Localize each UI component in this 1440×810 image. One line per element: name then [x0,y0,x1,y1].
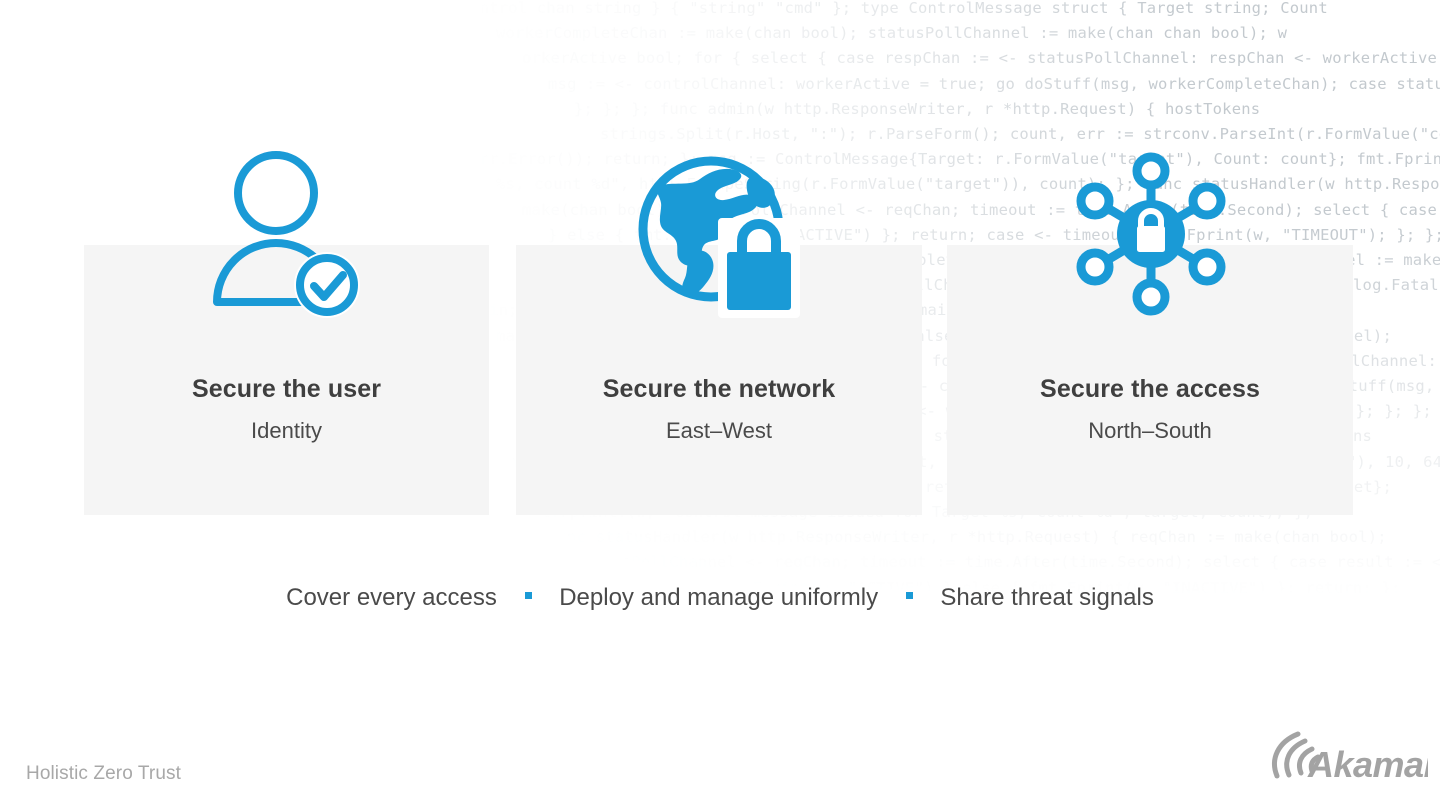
bullet-item-1: Cover every access [286,583,497,611]
card-subtitle: Identity [251,418,322,443]
card-text-block: Secure the access North–South [947,374,1353,445]
card-title: Secure the network [602,375,836,403]
bullet-separator-dot [524,592,532,600]
code-line: make(chan bool); statusPollChannel <- re… [522,200,1438,219]
bullet-item-3: Share threat signals [940,583,1154,611]
bullet-row: Cover every access Deploy and manage uni… [0,580,1440,615]
code-line: workerCompleteChan := make(chan bool); s… [496,24,1288,43]
akamai-logo: Akamai [1268,728,1428,790]
footer-caption: Holistic Zero Trust [26,763,181,784]
code-line: func statusHandler(w http.ResponseWriter… [548,528,1387,547]
card-subtitle: East–West [666,418,772,443]
user-check-icon [206,148,376,320]
akamai-wordmark: Akamai [1307,744,1428,785]
bullet-separator-dot [905,592,913,600]
code-line: strings.Split(r.Host, ":"); r.ParseForm(… [600,125,1440,144]
code-line: msg := <- controlChannel: workerActive =… [548,74,1440,93]
code-line: ontrol chan string } { "string" "cmd" };… [470,0,1328,17]
network-lock-icon [1066,148,1236,320]
card-subtitle: North–South [1088,418,1212,443]
code-line: orkerActive bool; for { select { case re… [522,49,1440,68]
code-line: statusPollChannel <- reqChan; timeout :=… [574,553,1440,572]
card-text-block: Secure the network East–West [516,374,922,445]
code-line: err.Error()); return; }; msg := ControlM… [470,150,1440,169]
card-title: Secure the access [1040,375,1260,403]
slide-canvas: ontrol chan string } { "string" "cmd" };… [0,0,1440,810]
code-line: %s, count %d", html.EscapeString(r.FormV… [496,175,1440,194]
globe-lock-icon [634,148,804,320]
card-text-block: Secure the user Identity [84,374,489,445]
bullet-item-2: Deploy and manage uniformly [559,583,879,611]
card-title: Secure the user [191,375,382,403]
code-line: }; }; }; func admin(w http.ResponseWrite… [574,99,1261,118]
